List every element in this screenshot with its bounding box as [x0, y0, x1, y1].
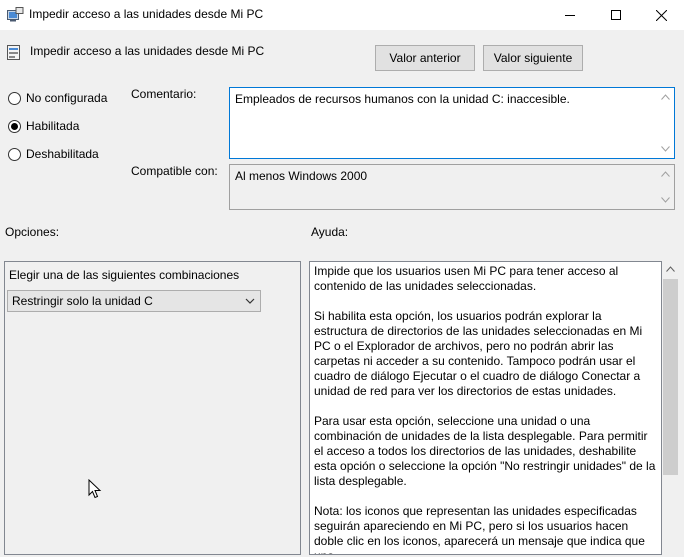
previous-setting-button[interactable]: Valor anterior: [375, 45, 475, 71]
scroll-thumb[interactable]: [663, 279, 678, 475]
close-button[interactable]: [638, 0, 684, 30]
help-panel: Impide que los usuarios usen Mi PC para …: [309, 261, 662, 555]
scroll-up-icon[interactable]: [666, 266, 675, 272]
next-setting-button[interactable]: Valor siguiente: [483, 45, 583, 71]
radio-enabled[interactable]: Habilitada: [8, 118, 123, 134]
help-paragraph: Si habilita esta opción, los usuarios po…: [314, 309, 643, 398]
comment-text: Empleados de recursos humanos con la uni…: [235, 92, 570, 106]
help-paragraph: Para usar esta opción, seleccione una un…: [314, 414, 656, 488]
policy-name: Impedir acceso a las unidades desde Mi P…: [30, 44, 265, 58]
compatible-field: Al menos Windows 2000: [229, 164, 675, 210]
help-scrollbar[interactable]: [662, 261, 679, 555]
close-icon: [655, 9, 667, 21]
minimize-button[interactable]: [547, 0, 593, 30]
window-title: Impedir acceso a las unidades desde Mi P…: [29, 7, 264, 21]
compatible-text: Al menos Windows 2000: [235, 169, 368, 183]
policy-setting-icon: [7, 45, 20, 60]
scroll-up-icon[interactable]: [661, 94, 670, 100]
drive-restriction-dropdown[interactable]: Restringir solo la unidad C: [7, 290, 261, 312]
dropdown-selected-value: Restringir solo la unidad C: [12, 294, 153, 308]
mouse-cursor-icon: [88, 479, 102, 499]
help-section-label: Ayuda:: [311, 225, 349, 239]
radio-indicator: [8, 147, 21, 161]
help-paragraph: Impide que los usuarios usen Mi PC para …: [314, 264, 619, 293]
radio-indicator: [8, 91, 21, 105]
choose-combination-label: Elegir una de las siguientes combinacion…: [9, 268, 240, 282]
minimize-icon: [565, 15, 575, 16]
comment-textarea[interactable]: Empleados de recursos humanos con la uni…: [229, 87, 675, 159]
radio-not-configured[interactable]: No configurada: [8, 90, 123, 106]
scroll-up-icon[interactable]: [661, 171, 670, 177]
radio-label: Deshabilitada: [26, 147, 99, 161]
radio-label: Habilitada: [26, 119, 80, 133]
scroll-down-icon[interactable]: [661, 197, 670, 203]
comment-label: Comentario:: [131, 87, 197, 101]
comment-scrollbar[interactable]: [658, 90, 672, 156]
help-text: Impide que los usuarios usen Mi PC para …: [314, 264, 657, 554]
compatible-label: Compatible con:: [131, 164, 218, 178]
chevron-down-icon: [245, 298, 255, 304]
maximize-button[interactable]: [593, 0, 639, 30]
policy-editor-icon: [7, 7, 24, 22]
radio-indicator: [8, 119, 21, 133]
compatible-scrollbar[interactable]: [658, 167, 672, 207]
help-paragraph: Nota: los iconos que representan las uni…: [314, 504, 645, 554]
radio-label: No configurada: [26, 91, 108, 105]
options-section-label: Opciones:: [5, 225, 60, 239]
maximize-icon: [611, 10, 621, 20]
scroll-down-icon[interactable]: [661, 146, 670, 152]
radio-disabled[interactable]: Deshabilitada: [8, 146, 123, 162]
